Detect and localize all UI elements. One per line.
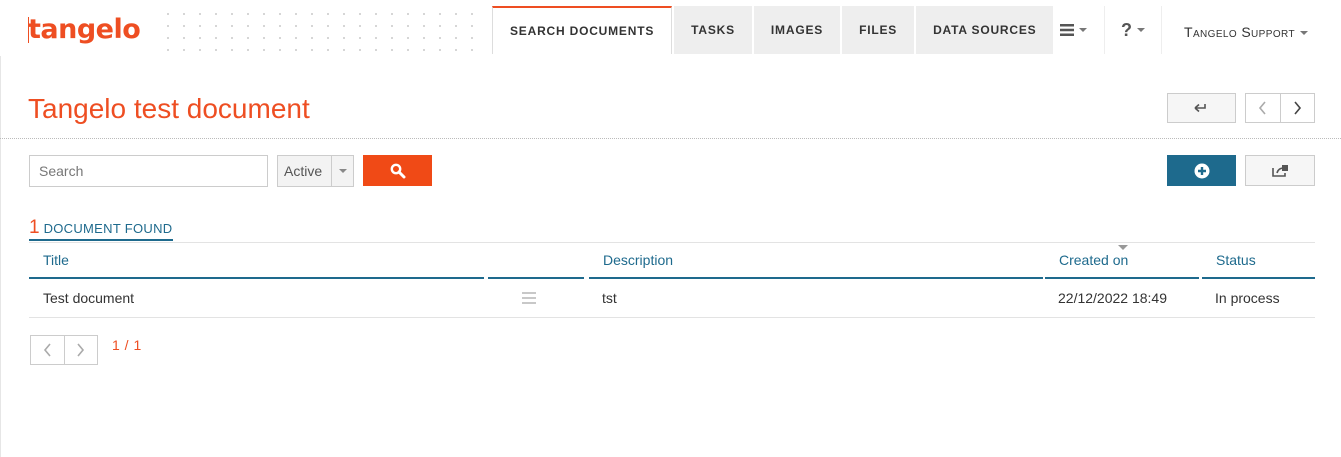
table-row[interactable]: Test document tst 22/12/2022 18:49 In pr… [29, 279, 1315, 318]
user-name: Tangelo Support [1184, 24, 1295, 40]
chevron-down-icon [1137, 28, 1145, 32]
cell-created-on: 22/12/2022 18:49 [1058, 290, 1167, 306]
chevron-right-icon [77, 343, 85, 357]
logo[interactable]: tangelo [28, 14, 141, 45]
results-count-label: Document found [43, 221, 173, 236]
chevron-left-icon [1259, 101, 1266, 115]
left-border [0, 56, 1, 457]
chevron-right-icon [1294, 101, 1301, 115]
search-input[interactable] [29, 155, 268, 187]
drag-handle-icon[interactable] [522, 292, 536, 304]
results-pager [30, 335, 98, 365]
tab-tasks[interactable]: Tasks [674, 6, 752, 54]
hamburger-icon [1059, 24, 1074, 36]
chevron-left-icon [43, 343, 51, 357]
page-title: Tangelo test document [28, 93, 310, 124]
export-button[interactable] [1245, 155, 1315, 186]
chevron-down-icon [1299, 31, 1308, 36]
help-icon: ? [1121, 19, 1132, 40]
next-page-button[interactable] [63, 336, 98, 364]
tab-images[interactable]: Images [753, 6, 841, 54]
results-table: Title Description Created on Status Test… [29, 242, 1315, 318]
decorative-dot-pattern [160, 8, 480, 54]
help-menu-button[interactable]: ? [1104, 6, 1162, 54]
top-bar: tangelo Search Documents Tasks Images Fi… [0, 0, 1341, 56]
tab-search-documents[interactable]: Search Documents [492, 6, 673, 54]
previous-record-button[interactable] [1246, 94, 1280, 122]
title-divider [0, 138, 1341, 139]
column-header-title[interactable]: Title [29, 243, 484, 279]
plus-circle-icon [1194, 163, 1209, 178]
return-arrow-icon [1193, 103, 1206, 113]
status-filter-value: Active [284, 163, 323, 179]
tab-data-sources[interactable]: Data Sources [916, 6, 1054, 54]
cell-title[interactable]: Test document [43, 279, 134, 317]
tab-files[interactable]: Files [842, 6, 915, 54]
cell-description: tst [602, 290, 617, 306]
record-pager [1245, 93, 1315, 123]
search-button[interactable] [363, 155, 432, 186]
results-count-number: 1 [29, 217, 40, 238]
back-button[interactable] [1167, 93, 1236, 123]
table-header: Title Description Created on Status [29, 242, 1315, 279]
column-header-status[interactable]: Status [1202, 243, 1315, 279]
column-header-description[interactable]: Description [589, 243, 1043, 279]
chevron-down-icon [331, 156, 353, 186]
page-info: 1 / 1 [112, 337, 142, 353]
results-count: 1 Document found [29, 217, 174, 241]
chevron-down-icon [1078, 28, 1087, 32]
column-header-spacer [488, 243, 584, 279]
export-icon [1272, 164, 1288, 177]
main-menu-button[interactable] [1046, 6, 1100, 54]
main-nav: Search Documents Tasks Images Files Data… [492, 6, 1055, 54]
add-document-button[interactable] [1167, 155, 1236, 186]
sort-descending-icon [1118, 245, 1128, 250]
cell-status: In process [1215, 290, 1280, 306]
next-record-button[interactable] [1279, 94, 1315, 122]
user-menu[interactable]: Tangelo Support [1184, 24, 1308, 40]
previous-page-button[interactable] [31, 336, 64, 364]
status-filter-select[interactable]: Active [277, 155, 354, 187]
search-icon [390, 163, 405, 178]
